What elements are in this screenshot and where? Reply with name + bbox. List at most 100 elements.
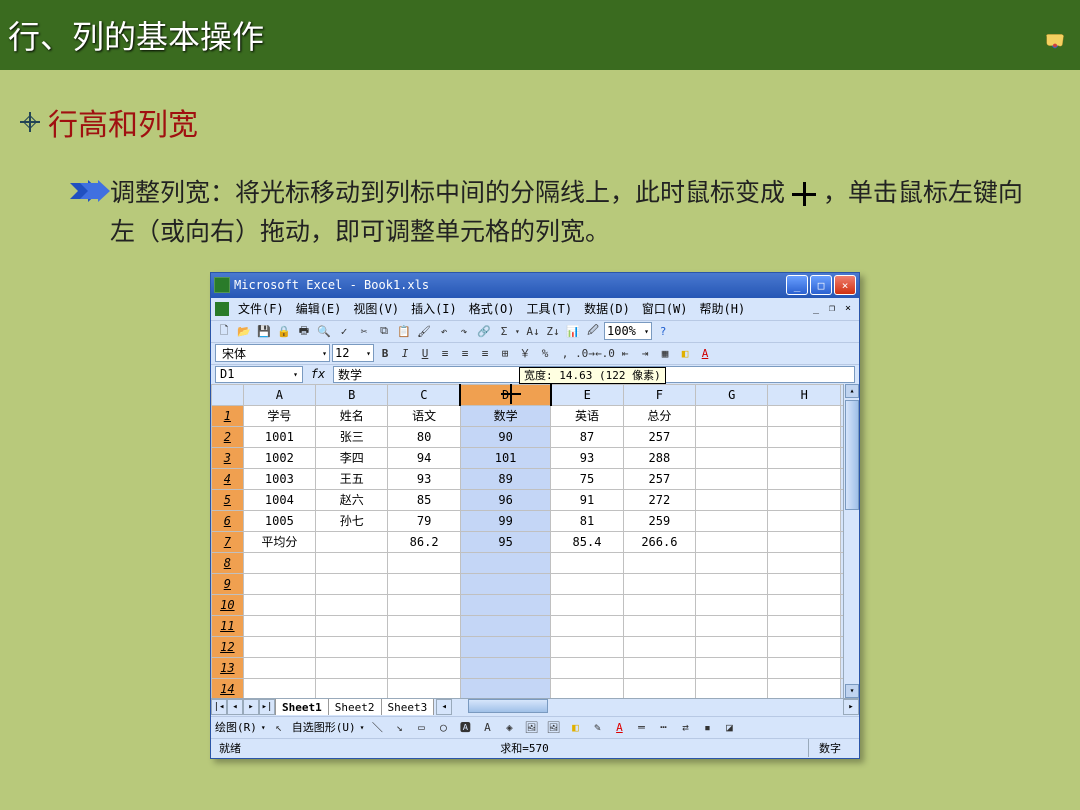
inc-indent-icon[interactable]: ⇥ xyxy=(636,344,654,362)
preview-icon[interactable]: 🔍 xyxy=(315,322,333,340)
cell[interactable] xyxy=(768,636,840,657)
hyperlink-icon[interactable]: 🔗 xyxy=(475,322,493,340)
cell[interactable]: 1002 xyxy=(243,447,315,468)
cell[interactable] xyxy=(696,447,768,468)
col-header-E[interactable]: E xyxy=(551,384,623,405)
linecolor-icon[interactable]: ✎ xyxy=(588,718,606,736)
cell[interactable] xyxy=(316,657,388,678)
horizontal-scrollbar[interactable]: ◂ ▸ xyxy=(436,699,859,715)
cell[interactable] xyxy=(551,678,623,698)
3d-icon[interactable]: ◪ xyxy=(720,718,738,736)
cell[interactable] xyxy=(243,573,315,594)
menu-edit[interactable]: 编辑(E) xyxy=(293,299,345,318)
cell[interactable]: 101 xyxy=(460,447,550,468)
autosum-drop-icon[interactable]: ▾ xyxy=(515,327,522,336)
autoshapes-menu[interactable]: 自选图形(U) xyxy=(292,719,356,735)
help-icon[interactable]: ? xyxy=(654,322,672,340)
doc-close-button[interactable]: × xyxy=(841,302,855,316)
vertical-scrollbar[interactable]: ▴ ▾ xyxy=(843,384,859,698)
cell[interactable]: 姓名 xyxy=(316,405,388,426)
cell[interactable]: 96 xyxy=(460,489,550,510)
col-header-B[interactable]: B xyxy=(316,384,388,405)
zoom-box[interactable]: 100%▾ xyxy=(604,322,652,340)
cell[interactable]: 87 xyxy=(551,426,623,447)
scroll-down-icon[interactable]: ▾ xyxy=(845,684,859,698)
cell[interactable] xyxy=(696,594,768,615)
copy-icon[interactable]: ⧉ xyxy=(375,322,393,340)
tab-nav-prev-icon[interactable]: ◂ xyxy=(227,699,243,715)
cell[interactable] xyxy=(243,657,315,678)
cell[interactable] xyxy=(243,594,315,615)
cell[interactable] xyxy=(696,573,768,594)
cell[interactable] xyxy=(768,678,840,698)
maximize-button[interactable]: □ xyxy=(810,275,832,295)
cell[interactable] xyxy=(696,426,768,447)
worksheet-grid[interactable]: ABCDEFGH1学号姓名语文数学英语总分21001张三809087257310… xyxy=(211,384,859,698)
col-header-G[interactable]: G xyxy=(696,384,768,405)
cell[interactable]: 张三 xyxy=(316,426,388,447)
cell[interactable]: 257 xyxy=(623,468,695,489)
cell[interactable]: 95 xyxy=(460,531,550,552)
cell[interactable] xyxy=(768,531,840,552)
row-header-3[interactable]: 3 xyxy=(212,447,244,468)
cell[interactable]: 80 xyxy=(388,426,460,447)
row-header-7[interactable]: 7 xyxy=(212,531,244,552)
cell[interactable] xyxy=(316,531,388,552)
cell[interactable]: 259 xyxy=(623,510,695,531)
drawing-menu[interactable]: 绘图(R) xyxy=(215,719,257,735)
select-icon[interactable]: ↖ xyxy=(270,718,288,736)
cell[interactable] xyxy=(460,678,550,698)
cell[interactable] xyxy=(768,552,840,573)
save-icon[interactable]: 💾 xyxy=(255,322,273,340)
title-bar[interactable]: Microsoft Excel - Book1.xls _ □ × xyxy=(211,273,859,298)
arrowstyle-icon[interactable]: ⇄ xyxy=(676,718,694,736)
arrow-icon[interactable]: ↘ xyxy=(390,718,408,736)
cell[interactable] xyxy=(768,594,840,615)
open-icon[interactable]: 📂 xyxy=(235,322,253,340)
chart-icon[interactable]: 📊 xyxy=(564,322,582,340)
cell[interactable] xyxy=(551,636,623,657)
cell[interactable] xyxy=(768,447,840,468)
print-icon[interactable]: 🖶 xyxy=(295,322,313,340)
cell[interactable] xyxy=(696,489,768,510)
cell[interactable]: 1005 xyxy=(243,510,315,531)
formula-bar[interactable]: 数学 宽度: 14.63 (122 像素) xyxy=(333,366,855,383)
cell[interactable]: 272 xyxy=(623,489,695,510)
undo-icon[interactable]: ↶ xyxy=(435,322,453,340)
cell[interactable] xyxy=(623,552,695,573)
cell[interactable] xyxy=(388,678,460,698)
borders-icon[interactable]: ▦ xyxy=(656,344,674,362)
sort-asc-icon[interactable]: A↓ xyxy=(524,322,542,340)
menu-tools[interactable]: 工具(T) xyxy=(523,299,575,318)
cell[interactable] xyxy=(551,594,623,615)
cell[interactable] xyxy=(551,657,623,678)
cell[interactable] xyxy=(460,636,550,657)
redo-icon[interactable]: ↷ xyxy=(455,322,473,340)
cell[interactable]: 266.6 xyxy=(623,531,695,552)
cell[interactable]: 79 xyxy=(388,510,460,531)
cell[interactable] xyxy=(316,615,388,636)
cell[interactable]: 孙七 xyxy=(316,510,388,531)
menu-format[interactable]: 格式(O) xyxy=(466,299,518,318)
cell[interactable] xyxy=(696,510,768,531)
dec-decimal-icon[interactable]: ←.0 xyxy=(596,344,614,362)
cell[interactable]: 王五 xyxy=(316,468,388,489)
cell[interactable] xyxy=(768,615,840,636)
row-header-2[interactable]: 2 xyxy=(212,426,244,447)
hscroll-thumb[interactable] xyxy=(468,699,548,713)
cell[interactable]: 数学 xyxy=(460,405,550,426)
cell[interactable] xyxy=(551,573,623,594)
sort-desc-icon[interactable]: Z↓ xyxy=(544,322,562,340)
oval-icon[interactable]: ◯ xyxy=(434,718,452,736)
fontcolor2-icon[interactable]: A xyxy=(610,718,628,736)
cell[interactable] xyxy=(551,615,623,636)
col-header-C[interactable]: C xyxy=(388,384,460,405)
permissions-icon[interactable]: 🔒 xyxy=(275,322,293,340)
cell[interactable] xyxy=(388,594,460,615)
cell[interactable] xyxy=(460,594,550,615)
row-header-4[interactable]: 4 xyxy=(212,468,244,489)
textbox-icon[interactable]: 🅰 xyxy=(456,718,474,736)
row-header-13[interactable]: 13 xyxy=(212,657,244,678)
cell[interactable] xyxy=(696,615,768,636)
bold-icon[interactable]: B xyxy=(376,344,394,362)
